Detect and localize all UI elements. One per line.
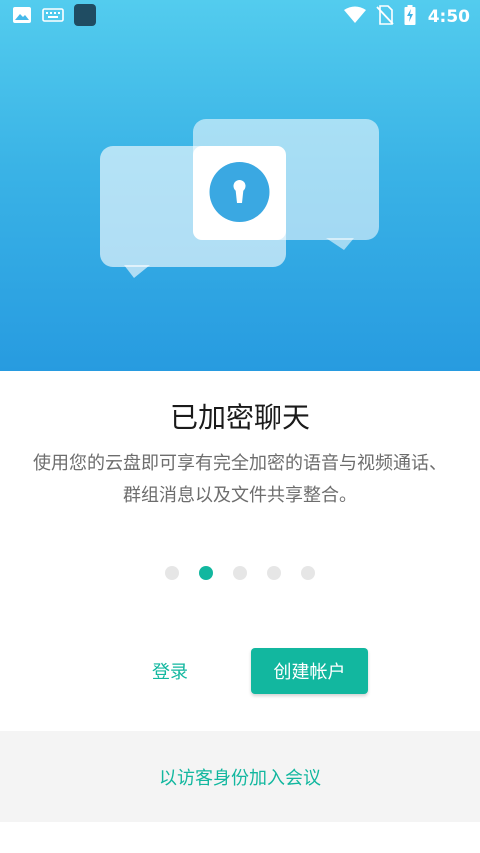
encrypted-chat-illustration bbox=[100, 119, 379, 278]
app-square-icon bbox=[74, 4, 96, 30]
join-as-guest-link[interactable]: 以访客身份加入会议 bbox=[159, 764, 321, 790]
wifi-icon bbox=[343, 6, 366, 28]
page-title: 已加密聊天 bbox=[169, 401, 310, 434]
page-dot-4[interactable] bbox=[267, 566, 281, 580]
image-icon bbox=[12, 6, 32, 28]
page-dot-5[interactable] bbox=[301, 566, 315, 580]
page-dot-2-active[interactable] bbox=[199, 566, 213, 580]
battery-charging-icon bbox=[404, 5, 416, 29]
status-bar: 4:50 bbox=[0, 0, 480, 34]
create-account-button[interactable]: 创建帐户 bbox=[251, 648, 368, 694]
no-sim-icon bbox=[376, 5, 394, 29]
guest-join-panel: 以访客身份加入会议 bbox=[0, 731, 480, 822]
keyboard-icon bbox=[42, 7, 64, 27]
page-description: 使用您的云盘即可享有完全加密的语音与视频通话、群组消息以及文件共享整合。 bbox=[33, 453, 447, 506]
page-indicator bbox=[0, 566, 480, 582]
login-button[interactable]: 登录 bbox=[120, 648, 220, 694]
status-time: 4:50 bbox=[427, 7, 470, 27]
page-dot-1[interactable] bbox=[165, 566, 179, 580]
page-dot-3[interactable] bbox=[233, 566, 247, 580]
hero-illustration bbox=[0, 0, 480, 371]
lock-card bbox=[193, 146, 286, 240]
